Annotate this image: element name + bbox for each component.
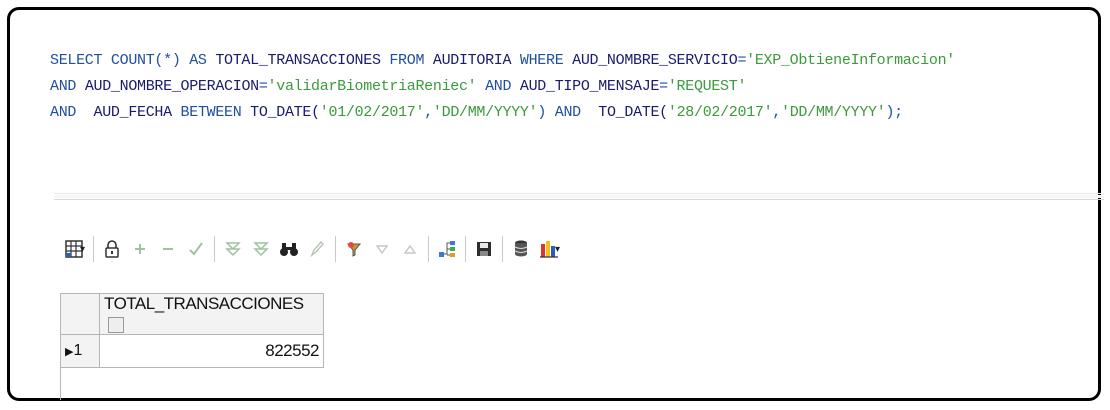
sql-token: = <box>258 78 268 95</box>
sql-token: 'DD/MM/YYYY' <box>432 104 538 121</box>
sql-token: ); <box>885 104 903 121</box>
pencil-icon[interactable] <box>303 235 331 263</box>
lock-icon[interactable] <box>98 235 126 263</box>
binoculars-icon[interactable] <box>275 235 303 263</box>
sql-token: AND <box>546 104 599 121</box>
filter-up-icon[interactable] <box>247 235 275 263</box>
sql-token: SELECT COUNT(*) AS <box>50 52 216 69</box>
toolbar-divider <box>465 236 467 262</box>
sql-token: = <box>659 78 668 95</box>
sql-line-1: SELECT COUNT(*) AS TOTAL_TRANSACCIONES F… <box>50 52 955 69</box>
column-options-button[interactable] <box>108 316 124 333</box>
grid-header-row: TOTAL_TRANSACCIONES <box>60 293 324 335</box>
window-frame: SELECT COUNT(*) AS TOTAL_TRANSACCIONES F… <box>7 7 1104 401</box>
grid-cell[interactable]: 822552 <box>99 334 324 368</box>
sql-token: AND <box>476 78 520 95</box>
sql-token: AND <box>50 104 94 121</box>
sql-token: FROM <box>380 52 433 69</box>
sql-token: AUD_TIPO_MENSAJE <box>519 78 660 95</box>
sql-token: TO_DATE( <box>250 104 320 121</box>
sql-token: AND <box>50 78 85 95</box>
sql-token: AUDITORIA <box>432 52 512 69</box>
sort-descending-icon[interactable] <box>368 235 396 263</box>
sql-token: AUD_NOMBRE_SERVICIO <box>572 52 738 69</box>
sql-token: TO_DATE( <box>598 104 668 121</box>
sql-token: WHERE <box>511 52 573 69</box>
sql-token: = <box>737 52 747 69</box>
grid-empty-row <box>60 367 324 401</box>
sql-token: AUD_FECHA <box>93 104 173 121</box>
toolbar-divider <box>428 236 430 262</box>
database-icon[interactable] <box>507 235 535 263</box>
sql-token: , <box>424 104 433 121</box>
toolbar-divider <box>335 236 337 262</box>
sql-token: AUD_NOMBRE_OPERACION <box>84 78 259 95</box>
sql-token: 'validarBiometriaReniec' <box>267 78 477 95</box>
chevron-down-icon[interactable]: ▾ <box>555 244 560 255</box>
column-header-label: TOTAL_TRANSACCIONES <box>104 294 304 313</box>
floppy-icon[interactable] <box>470 235 498 263</box>
result-grid: TOTAL_TRANSACCIONES ▶1 822552 <box>60 293 324 400</box>
sql-editor[interactable]: SELECT COUNT(*) AS TOTAL_TRANSACCIONES F… <box>50 48 955 126</box>
sql-token: '28/02/2017' <box>667 104 773 121</box>
sql-token: TOTAL_TRANSACCIONES <box>215 52 381 69</box>
sql-token: '01/02/2017' <box>319 104 425 121</box>
clear-filter-icon[interactable] <box>340 235 368 263</box>
sort-ascending-icon[interactable] <box>396 235 424 263</box>
post-changes-icon[interactable] <box>182 235 210 263</box>
grid-empty-cell <box>100 368 324 401</box>
column-header[interactable]: TOTAL_TRANSACCIONES <box>99 293 324 335</box>
sql-token: BETWEEN <box>171 104 251 121</box>
filter-down-icon[interactable] <box>219 235 247 263</box>
chevron-down-icon[interactable]: ▾ <box>80 244 85 255</box>
toolbar-divider <box>93 236 95 262</box>
schema-tree-icon[interactable] <box>433 235 461 263</box>
grid-empty-cell <box>60 367 100 400</box>
sql-token: , <box>772 104 782 121</box>
add-row-icon[interactable] <box>126 235 154 263</box>
row-indicator[interactable]: ▶1 <box>60 334 100 368</box>
toolbar-divider <box>214 236 216 262</box>
sql-token: 'REQUEST' <box>667 78 747 95</box>
sql-line-3: AND AUD_FECHA BETWEEN TO_DATE('01/02/201… <box>50 104 903 121</box>
delete-row-icon[interactable] <box>154 235 182 263</box>
grid-corner-cell[interactable] <box>60 293 100 335</box>
sql-token: 'EXP_ObtieneInformacion' <box>746 52 955 69</box>
sql-token: ) <box>537 104 547 121</box>
sql-token: 'DD/MM/YYYY' <box>781 104 886 121</box>
sql-line-2: AND AUD_NOMBRE_OPERACION='validarBiometr… <box>50 78 746 95</box>
table-row[interactable]: ▶1 822552 <box>60 334 324 368</box>
row-number: 1 <box>73 342 83 359</box>
splitter[interactable] <box>54 193 1104 206</box>
toolbar-divider <box>502 236 504 262</box>
result-toolbar: ▾ ▾ <box>60 234 564 264</box>
